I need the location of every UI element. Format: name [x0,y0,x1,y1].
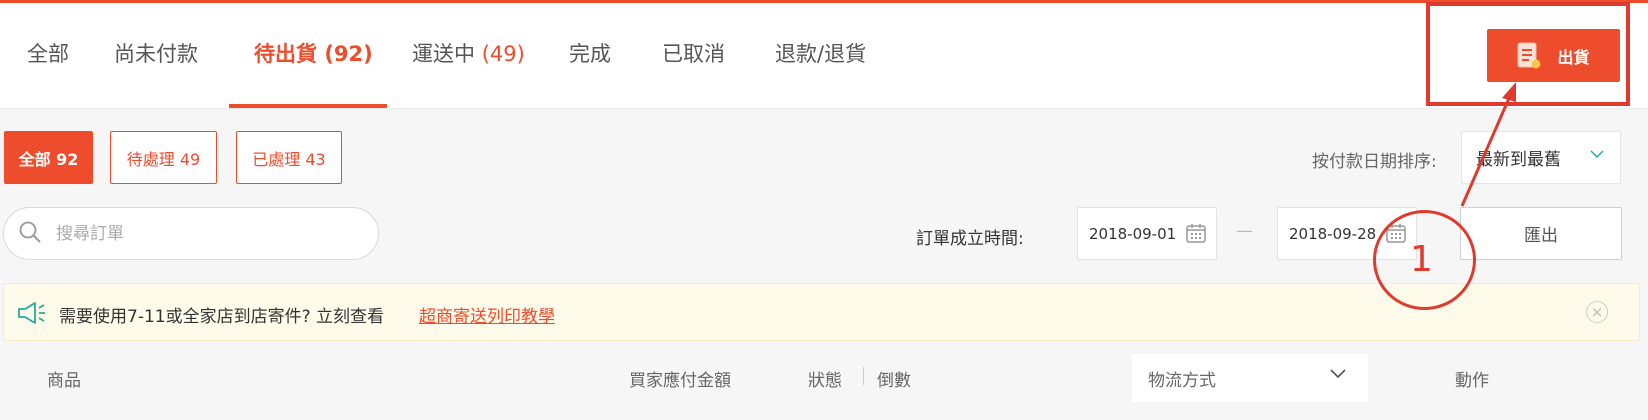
tab-label: 已取消 [662,42,725,66]
annotation-highlight-box [1426,2,1630,106]
annotation-number: 1 [1410,239,1433,280]
notice-tutorial-link[interactable]: 超商寄送列印教學 [419,302,555,327]
tab-label: 退款/退貨 [775,42,867,66]
col-status: 狀態 [808,371,842,391]
filter-label: 待處理 49 [126,149,201,169]
col-action: 動作 [1455,371,1489,391]
search-input[interactable] [54,222,338,245]
tab-label: 全部 [27,42,69,66]
date-filter-label: 訂單成立時間: [916,229,1024,249]
calendar-icon [1186,223,1206,247]
close-icon[interactable]: × [1586,301,1608,323]
filter-label: 全部 92 [18,149,79,169]
sort-select[interactable]: 最新到最舊 [1461,131,1621,184]
tab-return-refund[interactable]: 退款/退貨 [775,38,866,68]
search-icon [18,220,42,248]
tab-to-ship[interactable]: 待出貨 (92) [254,38,373,68]
tab-label: 待出貨 [254,42,317,66]
tab-count: (49) [481,42,525,66]
export-button-label: 匯出 [1524,226,1558,246]
tab-count: (92) [324,42,373,66]
export-button[interactable]: 匯出 [1460,207,1622,260]
order-tab-bar: 全部 尚未付款 待出貨 (92) 運送中 (49) 完成 已取消 退款/退貨 [0,3,1648,108]
date-to-value: 2018-09-28 [1289,224,1377,243]
logistics-dropdown[interactable]: 物流方式 [1132,354,1368,402]
megaphone-icon [17,301,47,329]
col-buyer-amount: 買家應付金額 [629,371,731,391]
logistics-label: 物流方式 [1148,370,1216,391]
notice-text: 需要使用7-11或全家店到店寄件? 立刻查看 [59,307,385,327]
sort-value: 最新到最舊 [1476,150,1561,170]
col-product: 商品 [47,371,81,391]
tab-label: 運送中 [412,42,475,66]
active-tab-indicator [229,104,387,108]
tab-cancelled[interactable]: 已取消 [662,38,725,68]
filter-pending[interactable]: 待處理 49 [110,131,217,184]
sort-label: 按付款日期排序: [1312,152,1437,172]
tab-label: 完成 [569,42,611,66]
order-search[interactable] [3,207,379,260]
tab-shipping[interactable]: 運送中 (49) [412,38,525,68]
chevron-down-icon [1330,364,1346,384]
chevron-down-icon [1590,144,1604,164]
tab-label: 尚未付款 [114,42,198,66]
date-range-separator: — [1236,221,1253,241]
tab-completed[interactable]: 完成 [569,38,611,68]
filter-processed[interactable]: 已處理 43 [236,131,342,184]
col-countdown: 倒數 [877,371,911,391]
tab-unpaid[interactable]: 尚未付款 [114,38,198,68]
filter-label: 已處理 43 [252,149,326,169]
column-divider [863,367,864,385]
tab-all[interactable]: 全部 [27,38,69,68]
date-from-field[interactable]: 2018-09-01 [1077,207,1217,260]
filter-all[interactable]: 全部 92 [4,131,93,184]
date-from-value: 2018-09-01 [1089,224,1177,243]
